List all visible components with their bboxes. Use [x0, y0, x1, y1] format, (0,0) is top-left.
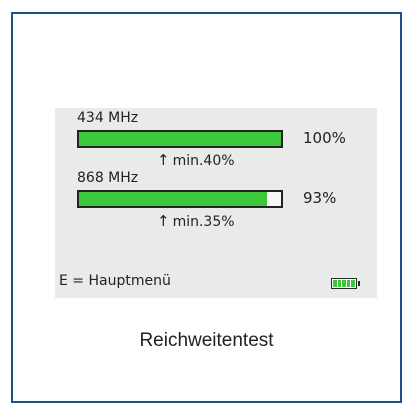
signal-percent-434: 100% — [303, 129, 346, 147]
minimum-threshold-868: ↑ min.35% — [157, 212, 235, 230]
up-arrow-icon: ↑ — [157, 212, 170, 230]
battery-cell — [351, 280, 355, 287]
signal-bar-fill-434 — [79, 132, 281, 146]
battery-cell — [333, 280, 337, 287]
minimum-label-868: min.35% — [172, 214, 235, 230]
up-arrow-icon: ↑ — [157, 151, 170, 169]
figure-frame: 434 MHz 100% ↑ min.40% 868 MHz 93% ↑ min.3… — [11, 12, 402, 403]
minimum-threshold-434: ↑ min.40% — [157, 151, 235, 169]
signal-bar-fill-868 — [79, 192, 267, 206]
main-menu-hint: E = Hauptmenü — [59, 273, 171, 289]
frequency-label-434: 434 MHz — [77, 110, 139, 126]
battery-cell — [337, 280, 342, 287]
figure-caption: Reichweitentest — [139, 330, 274, 351]
signal-percent-868: 93% — [303, 189, 337, 207]
battery-full-icon — [331, 278, 360, 289]
battery-cell — [342, 280, 346, 287]
minimum-label-434: min.40% — [172, 153, 235, 169]
device-display: 434 MHz 100% ↑ min.40% 868 MHz 93% ↑ min.3… — [55, 108, 377, 298]
signal-bar-868 — [77, 190, 283, 208]
frequency-label-868: 868 MHz — [77, 170, 139, 186]
battery-cell — [346, 280, 351, 287]
signal-bar-434 — [77, 130, 283, 148]
